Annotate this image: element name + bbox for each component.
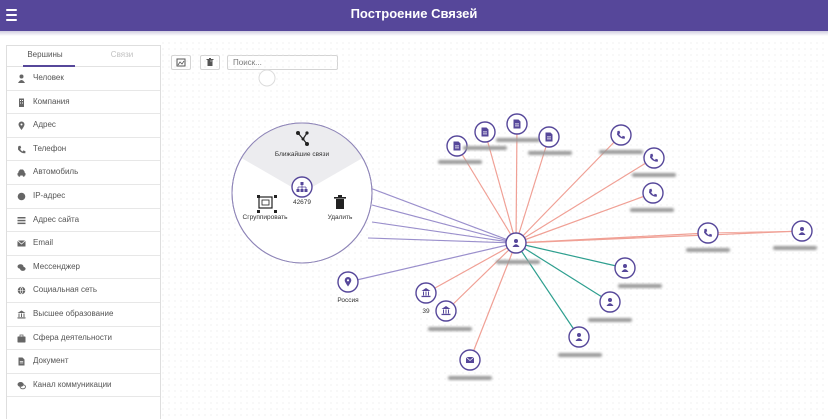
graph-node[interactable] bbox=[614, 257, 662, 288]
blurred-node-label bbox=[618, 284, 662, 288]
graph-edge bbox=[515, 242, 611, 303]
blurred-node-label bbox=[686, 248, 730, 252]
envelope-icon bbox=[465, 356, 475, 363]
graph-edge bbox=[425, 242, 517, 294]
graph-node[interactable] bbox=[686, 222, 730, 252]
node-label: 39 bbox=[422, 308, 430, 315]
graph-node[interactable] bbox=[599, 124, 643, 154]
graph-node[interactable] bbox=[496, 113, 540, 142]
node-label: Россия bbox=[337, 297, 359, 304]
graph-edge bbox=[367, 237, 517, 244]
delete-label: Удалить bbox=[328, 214, 353, 221]
blurred-node-label bbox=[630, 208, 674, 212]
document-icon bbox=[545, 132, 553, 142]
graph-node[interactable]: Россия bbox=[337, 271, 359, 304]
graph-node[interactable] bbox=[463, 121, 507, 150]
graph-node[interactable] bbox=[558, 326, 602, 357]
document-icon bbox=[453, 141, 461, 151]
graph-node[interactable]: 39 bbox=[415, 282, 437, 315]
graph-node[interactable] bbox=[448, 349, 492, 380]
blurred-node-label bbox=[428, 327, 472, 331]
node-context-menu: Ближайшие связи Сгруппировать Удалить 42679 bbox=[231, 122, 373, 264]
blurred-node-label bbox=[558, 353, 602, 357]
blurred-node-label bbox=[599, 150, 643, 154]
graph-node[interactable] bbox=[428, 300, 472, 331]
graph-edge bbox=[347, 242, 517, 283]
blurred-node-label bbox=[448, 376, 492, 380]
graph-edge bbox=[515, 242, 580, 338]
graph-edge bbox=[369, 187, 517, 244]
document-icon bbox=[513, 119, 521, 129]
blurred-node-label bbox=[528, 151, 572, 155]
blurred-node-label bbox=[588, 318, 632, 322]
graph-node[interactable] bbox=[773, 220, 817, 250]
blurred-node-label bbox=[773, 246, 817, 250]
group-label: Сгруппировать bbox=[243, 214, 289, 221]
cursor-ring bbox=[258, 69, 276, 87]
nearest-links-label: Ближайшие связи bbox=[275, 150, 330, 158]
document-icon bbox=[481, 127, 489, 137]
selected-node-label: 42679 bbox=[293, 199, 311, 206]
selected-node[interactable]: 42679 bbox=[291, 176, 313, 206]
blurred-node-label bbox=[438, 160, 482, 164]
graph-node[interactable] bbox=[630, 182, 674, 212]
blurred-node-label bbox=[463, 146, 507, 150]
graph-edge bbox=[371, 221, 517, 244]
graph-edge bbox=[515, 230, 803, 244]
blurred-node-label bbox=[496, 138, 540, 142]
blurred-node-label bbox=[632, 173, 676, 177]
blurred-node-label bbox=[496, 260, 540, 264]
graph-edge bbox=[515, 242, 626, 269]
graph-node[interactable] bbox=[588, 291, 632, 322]
graph-edge bbox=[445, 242, 517, 312]
graph-edge bbox=[371, 204, 517, 244]
graph-svg: Ближайшие связи Сгруппировать Удалить 42679… bbox=[231, 69, 817, 380]
